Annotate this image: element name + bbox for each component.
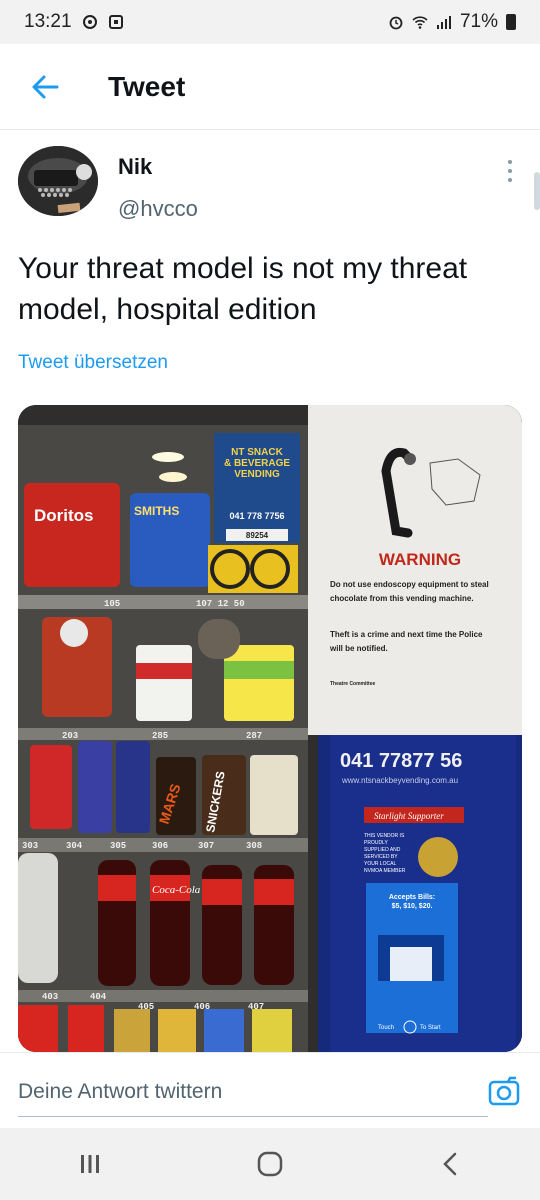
status-bar: 13:21 71%	[0, 0, 540, 44]
typewriter-image	[18, 146, 98, 216]
app-bar: Tweet	[0, 44, 540, 130]
sign-code: 89254	[246, 531, 269, 540]
arrow-left-icon	[32, 75, 59, 98]
slot-label: 105	[104, 599, 120, 609]
slot-label: 406	[194, 1002, 210, 1012]
avatar[interactable]	[18, 146, 98, 216]
sign-line: NT SNACK	[231, 447, 283, 458]
slot-label: 403	[42, 992, 58, 1002]
author-handle[interactable]: @hvcco	[118, 196, 198, 222]
warning-title: WARNING	[379, 550, 461, 569]
camera-icon[interactable]	[488, 1075, 520, 1107]
more-options-button[interactable]	[498, 158, 522, 188]
tweet-photo[interactable]: Doritos SMITHS NT SNACK & BEVERAGE VENDI…	[18, 405, 522, 1052]
recents-button[interactable]	[50, 1134, 130, 1194]
slot-label: 287	[246, 731, 262, 741]
sign-phone: 041 778 7756	[229, 511, 284, 521]
status-time: 13:21	[24, 11, 72, 32]
reply-bar: Deine Antwort twittern	[0, 1052, 540, 1128]
slot-label: 404	[90, 992, 107, 1002]
supporter-label: Starlight Supporter	[374, 811, 444, 821]
slot-label: 407	[248, 1002, 264, 1012]
sign-line: VENDING	[234, 469, 280, 480]
page-title: Tweet	[108, 70, 186, 102]
to-start-label: To Start	[420, 1025, 441, 1031]
slot-label: 305	[110, 841, 126, 851]
recents-icon	[81, 1155, 99, 1173]
tweet-header: Nik @hvcco	[18, 146, 522, 221]
slot-label: 306	[152, 841, 168, 851]
vendor-line: SERVICED BY	[364, 854, 398, 860]
battery-icon	[506, 14, 516, 30]
nav-back-button[interactable]	[410, 1134, 490, 1194]
author-name[interactable]: Nik	[118, 154, 198, 180]
sign-line: & BEVERAGE	[224, 458, 290, 469]
vendor-line: SUPPLIED AND	[364, 847, 401, 853]
vendor-line: PROUDLY	[364, 840, 388, 846]
smiths-label: SMITHS	[134, 504, 179, 518]
translate-link[interactable]: Tweet übersetzen	[18, 352, 168, 374]
slot-label: 303	[22, 841, 38, 851]
back-chevron-icon	[443, 1152, 457, 1176]
signal-icon	[436, 16, 451, 29]
reply-input[interactable]: Deine Antwort twittern	[18, 1067, 488, 1117]
slot-label: 285	[152, 731, 168, 741]
wifi-icon	[412, 16, 428, 29]
vending-machine-photo: Doritos SMITHS NT SNACK & BEVERAGE VENDI…	[18, 405, 522, 1052]
warning-line: Do not use endoscopy equipment to steal	[330, 580, 489, 589]
vendor-line: NVMOA MEMBER	[364, 868, 406, 874]
slot-label: 307	[198, 841, 214, 851]
vendor-line: YOUR LOCAL	[364, 861, 396, 867]
slot-label: 405	[138, 1002, 154, 1012]
app-icon	[108, 15, 123, 29]
phone-big: 041 77877 56	[340, 750, 462, 772]
more-dot	[508, 178, 512, 182]
doritos-label: Doritos	[34, 506, 94, 525]
vendor-line: THIS VENDOR IS	[364, 833, 405, 839]
slot-label: 203	[62, 731, 78, 741]
website: www.ntsnackbeyvending.com.au	[341, 776, 458, 785]
slot-label: 107 12 50	[196, 599, 245, 609]
more-dot	[508, 169, 512, 173]
scrollbar[interactable]	[534, 172, 540, 210]
tweet-text: Your threat model is not my threat model…	[18, 252, 468, 326]
touch-label: Touch	[378, 1025, 394, 1031]
warning-sign: Theatre Committee	[330, 681, 376, 687]
accepts-line: $5, $10, $20.	[392, 903, 433, 910]
back-button[interactable]	[0, 44, 90, 130]
warning-line: chocolate from this vending machine.	[330, 594, 474, 603]
cola-label: Coca-Cola	[152, 884, 201, 896]
slot-label: 308	[246, 841, 262, 851]
accepts-line: Accepts Bills:	[389, 894, 435, 901]
slot-label: 304	[66, 841, 83, 851]
system-nav-bar	[0, 1128, 540, 1200]
notification-icon	[82, 15, 97, 29]
home-icon	[257, 1151, 283, 1177]
more-dot	[508, 160, 512, 164]
alarm-icon	[389, 16, 403, 30]
home-button[interactable]	[230, 1134, 310, 1194]
warning-line: will be notified.	[329, 644, 388, 653]
battery-percent: 71%	[459, 11, 498, 32]
warning-line: Theft is a crime and next time the Polic…	[330, 630, 483, 639]
